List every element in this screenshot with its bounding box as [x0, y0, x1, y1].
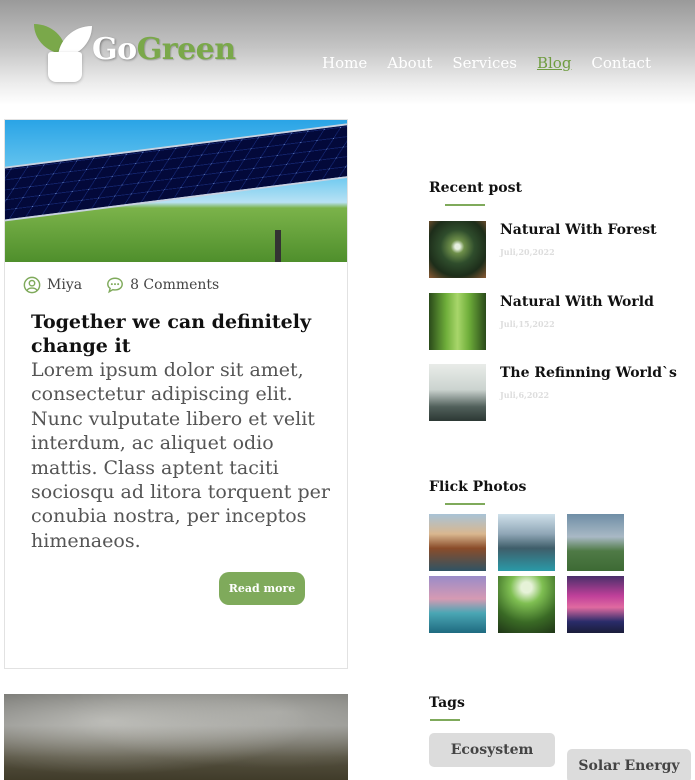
- recent-post-item[interactable]: Natural With Forest Juli,20,2022: [429, 221, 679, 279]
- read-more-button[interactable]: Read more: [219, 572, 305, 605]
- flick-photos-grid: [429, 514, 629, 634]
- recent-post-title[interactable]: Natural With Forest: [500, 222, 657, 238]
- nav-home[interactable]: Home: [322, 54, 367, 72]
- logo-text: GoGreen: [92, 32, 236, 67]
- logo-text-green: Green: [136, 32, 236, 67]
- panel-post-shape: [275, 230, 281, 262]
- tag-ecosystem[interactable]: Ecosystem: [429, 733, 555, 767]
- nav-blog[interactable]: Blog: [537, 54, 571, 72]
- logo[interactable]: GoGreen: [34, 22, 236, 86]
- flick-photos-heading: Flick Photos: [429, 479, 527, 495]
- nav-services[interactable]: Services: [452, 54, 517, 72]
- comment-icon: [107, 277, 123, 294]
- recent-post-title[interactable]: Natural With World: [500, 294, 654, 310]
- flick-photo-forest-canopy[interactable]: [498, 576, 555, 633]
- recent-post-date: Juli,6,2022: [500, 390, 550, 400]
- flick-photo-ocean-sunset[interactable]: [429, 576, 486, 633]
- solar-panel-shape: [5, 120, 347, 228]
- forest-thumbnail[interactable]: [429, 221, 486, 278]
- flick-photo-meadow[interactable]: [567, 514, 624, 571]
- recent-post-date: Juli,15,2022: [500, 319, 555, 329]
- solar-panel-image[interactable]: [5, 120, 347, 262]
- user-icon: [23, 276, 41, 294]
- flick-photo-mountain-lake[interactable]: [498, 514, 555, 571]
- heading-underline: [445, 204, 485, 206]
- post-excerpt: Lorem ipsum dolor sit amet, consectetur …: [31, 359, 330, 552]
- post-author[interactable]: Miya: [47, 277, 82, 293]
- nav-contact[interactable]: Contact: [591, 54, 651, 72]
- recent-post-item[interactable]: Natural With World Juli,15,2022: [429, 293, 679, 351]
- fog-forest-thumbnail[interactable]: [429, 364, 486, 421]
- site-header: GoGreen Home About Services Blog Contact: [0, 0, 695, 105]
- recent-post-item[interactable]: The Refinning World`s Juli,6,2022: [429, 364, 679, 422]
- tags-heading: Tags: [429, 695, 465, 711]
- pot-icon: [48, 52, 82, 82]
- flick-photo-rock-arch[interactable]: [429, 514, 486, 571]
- nav-about[interactable]: About: [387, 54, 432, 72]
- tag-solar-energy[interactable]: Solar Energy: [567, 749, 691, 780]
- heading-underline: [445, 503, 485, 505]
- recent-post-title[interactable]: The Refinning World`s: [500, 365, 677, 381]
- logo-text-go: Go: [92, 32, 137, 67]
- main-nav: Home About Services Blog Contact: [322, 54, 651, 72]
- recent-post-date: Juli,20,2022: [500, 247, 555, 257]
- recent-post-heading: Recent post: [429, 180, 522, 196]
- blog-post-card: Miya 8 Comments Together we can definite…: [4, 119, 348, 669]
- post-title[interactable]: Together we can definitely change it: [31, 310, 331, 358]
- post-meta: Miya 8 Comments: [23, 276, 219, 294]
- post-comments-count[interactable]: 8 Comments: [130, 277, 219, 293]
- forest-path-thumbnail[interactable]: [429, 293, 486, 350]
- flick-photo-pink-sunset[interactable]: [567, 576, 624, 633]
- foggy-forest-image[interactable]: [4, 694, 348, 780]
- heading-underline: [430, 719, 460, 721]
